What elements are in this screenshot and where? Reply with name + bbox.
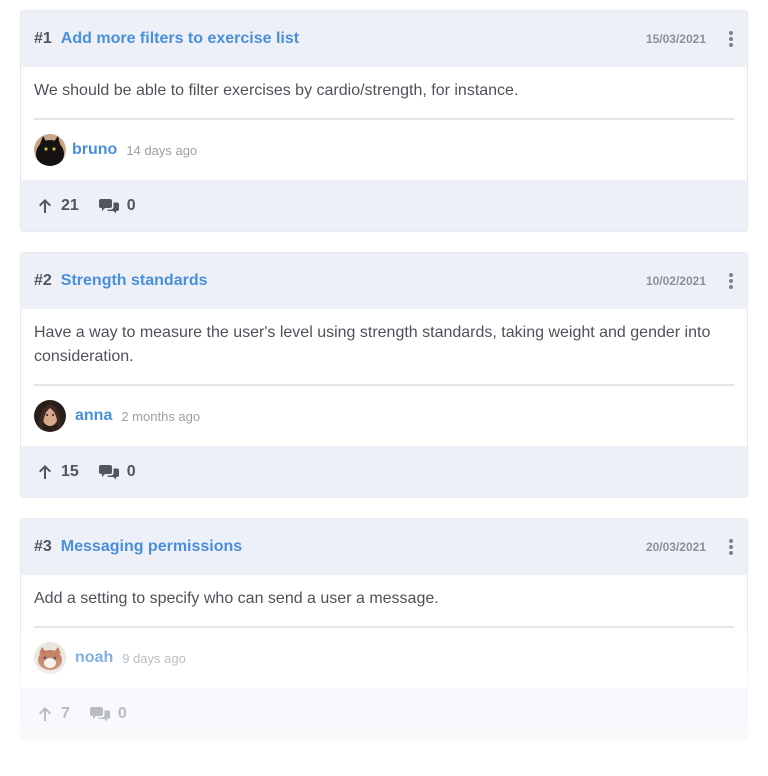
card-header: #3 Messaging permissions 20/03/2021: [21, 519, 747, 575]
suggestion-card: #3 Messaging permissions 20/03/2021 Add …: [20, 518, 748, 740]
time-ago: 14 days ago: [126, 142, 198, 158]
author-name-link[interactable]: noah: [75, 649, 113, 667]
suggestion-date: 20/03/2021: [645, 540, 706, 554]
avatar[interactable]: [34, 400, 66, 432]
suggestion-number: #1: [34, 30, 52, 47]
suggestion-description: We should be able to filter exercises by…: [34, 82, 519, 99]
card-footer: 15 0: [21, 446, 747, 497]
author-name-link[interactable]: bruno: [72, 141, 117, 159]
comments-button[interactable]: 0: [98, 197, 136, 215]
card-body: We should be able to filter exercises by…: [21, 67, 747, 180]
card-footer: 7 0: [21, 688, 747, 739]
upvote-button[interactable]: 15: [37, 463, 79, 481]
upvote-button[interactable]: 21: [37, 197, 79, 215]
avatar[interactable]: [34, 642, 66, 674]
comments-icon: [98, 198, 119, 214]
card-header: #2 Strength standards 10/02/2021: [21, 253, 747, 309]
time-ago: 2 months ago: [121, 408, 201, 424]
suggestion-card: #2 Strength standards 10/02/2021 Have a …: [20, 252, 748, 498]
suggestion-list: #1 Add more filters to exercise list 15/…: [0, 0, 768, 776]
comment-count: 0: [117, 705, 127, 722]
arrow-up-icon: [37, 706, 53, 722]
suggestion-description: Have a way to measure the user's level u…: [34, 324, 711, 365]
arrow-up-icon: [37, 198, 53, 214]
comment-count: 0: [126, 463, 136, 480]
more-options-icon[interactable]: [728, 539, 734, 555]
author-row: anna 2 months ago: [34, 386, 734, 446]
upvote-count: 21: [61, 197, 79, 214]
comments-icon: [89, 706, 110, 722]
card-header: #1 Add more filters to exercise list 15/…: [21, 11, 747, 67]
upvote-button[interactable]: 7: [37, 705, 70, 723]
card-body: Add a setting to specify who can send a …: [21, 575, 747, 688]
upvote-count: 7: [61, 705, 70, 722]
suggestion-description: Add a setting to specify who can send a …: [34, 590, 439, 607]
comment-count: 0: [126, 197, 136, 214]
suggestion-card: #1 Add more filters to exercise list 15/…: [20, 10, 748, 232]
comments-button[interactable]: 0: [98, 463, 136, 481]
suggestion-title-link[interactable]: Add more filters to exercise list: [61, 30, 299, 48]
avatar[interactable]: [34, 134, 66, 166]
arrow-up-icon: [37, 464, 53, 480]
suggestion-number: #3: [34, 538, 52, 555]
author-row: bruno 14 days ago: [34, 120, 734, 180]
suggestion-title-link[interactable]: Messaging permissions: [61, 538, 242, 556]
author-row: noah 9 days ago: [34, 628, 734, 688]
suggestion-title-link[interactable]: Strength standards: [61, 272, 208, 290]
author-name-link[interactable]: anna: [75, 407, 112, 425]
time-ago: 9 days ago: [122, 650, 186, 666]
card-footer: 21 0: [21, 180, 747, 231]
card-body: Have a way to measure the user's level u…: [21, 309, 747, 446]
more-options-icon[interactable]: [728, 273, 734, 289]
suggestion-date: 10/02/2021: [645, 274, 706, 288]
suggestion-date: 15/03/2021: [645, 32, 706, 46]
upvote-count: 15: [61, 463, 79, 480]
comments-icon: [98, 464, 119, 480]
comments-button[interactable]: 0: [89, 705, 127, 723]
more-options-icon[interactable]: [728, 31, 734, 47]
suggestion-number: #2: [34, 272, 52, 289]
